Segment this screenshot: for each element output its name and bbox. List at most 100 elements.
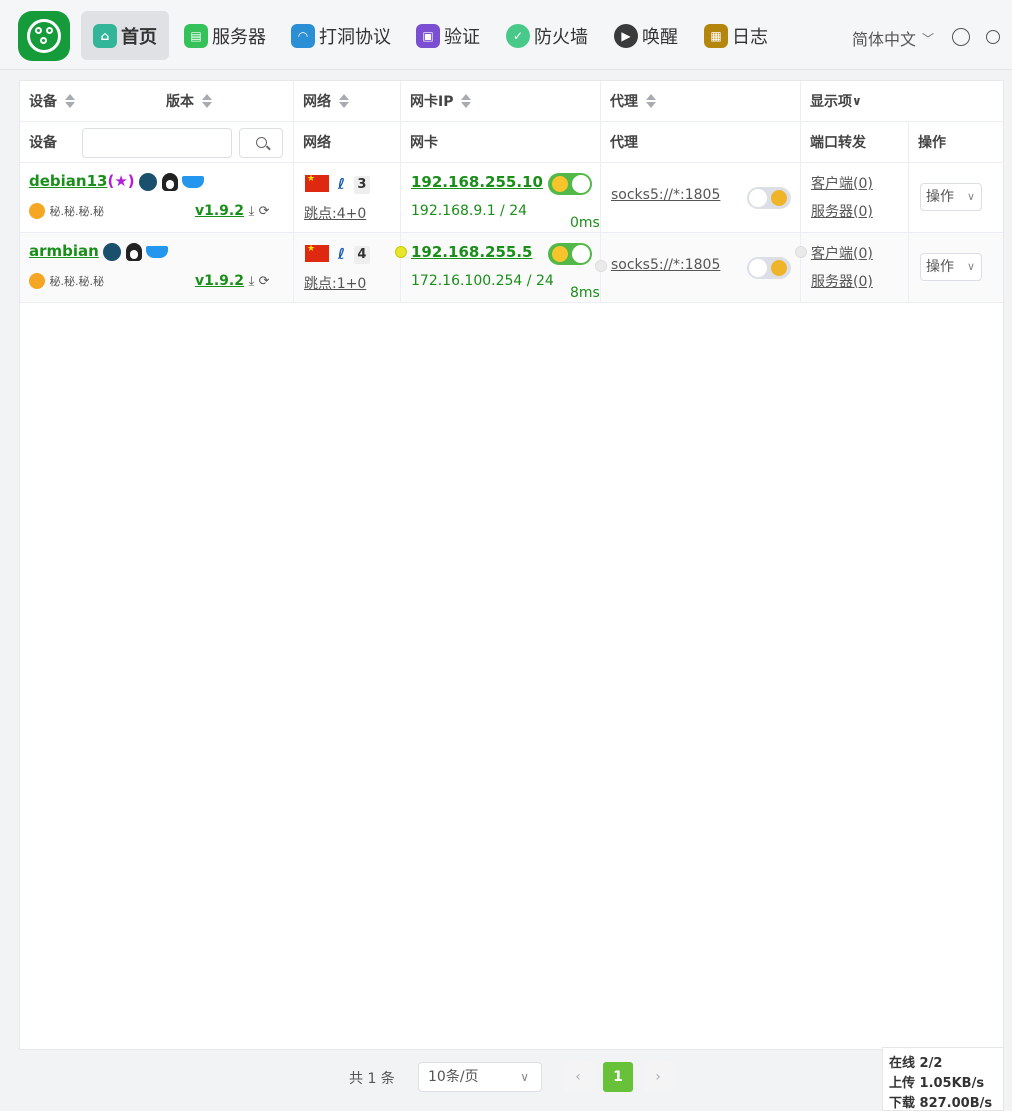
chevron-down-icon: ∨	[966, 190, 975, 203]
nic-toggle[interactable]	[548, 243, 592, 265]
virtual-ip-link[interactable]: 192.168.255.5	[411, 243, 532, 261]
page-size-label: 10条/页	[428, 1069, 479, 1085]
sad-face-icon	[771, 190, 787, 206]
download-icon[interactable]: ⤓	[248, 274, 254, 289]
linux-icon	[125, 243, 142, 261]
nav-server[interactable]: ▤ 服务器	[172, 11, 278, 60]
subheader-port-forward: 端口转发	[801, 122, 909, 163]
lan-ip: 172.16.100.254 / 24	[411, 273, 554, 289]
nav-auth[interactable]: ▣ 验证	[404, 11, 492, 60]
subheader-label: 网卡	[410, 135, 438, 151]
docker-icon	[182, 176, 204, 188]
nav-log[interactable]: ▦ 日志	[692, 11, 780, 60]
sad-face-icon	[771, 260, 787, 276]
subheader-network: 网络	[294, 122, 401, 163]
header-label: 版本	[166, 94, 194, 110]
language-select[interactable]: 简体中文 ﹀	[852, 26, 934, 50]
sun-icon[interactable]	[982, 26, 1006, 50]
header-network[interactable]: 网络	[294, 81, 401, 122]
nav-firewall[interactable]: ✓ 防火墙	[494, 11, 600, 60]
nav-wake[interactable]: ▶ 唤醒	[602, 11, 690, 60]
device-secrets: 秘.秘.秘.秘	[49, 205, 104, 218]
linux-icon	[161, 173, 178, 191]
chevron-down-icon: ∨	[966, 260, 975, 273]
nav-tunnel[interactable]: ◠ 打洞协议	[279, 11, 403, 60]
latency: 0ms	[570, 215, 600, 231]
sort-icon[interactable]	[461, 94, 472, 108]
header-label: 代理	[610, 94, 638, 110]
upload-rate: 上传 1.05KB/s	[889, 1076, 985, 1091]
chevron-down-icon: ∨	[852, 94, 862, 108]
prev-page-button[interactable]: ‹	[563, 1062, 593, 1092]
log-icon: ▦	[704, 23, 728, 48]
refresh-icon[interactable]: ⟳	[259, 274, 270, 289]
search-button[interactable]	[239, 128, 283, 158]
version-link[interactable]: v1.9.2	[195, 203, 244, 219]
chevron-down-icon: ∨	[520, 1070, 529, 1084]
port-forward-server-link[interactable]: 服务器(0)	[811, 204, 873, 220]
network-count: 4	[353, 245, 370, 264]
header-label: 网卡IP	[410, 94, 454, 110]
virtual-ip-link[interactable]: 192.168.255.10	[411, 173, 543, 191]
action-dropdown[interactable]: 操作 ∨	[920, 253, 982, 281]
app-logo[interactable]	[18, 11, 70, 61]
tunnel-icon: ◠	[291, 23, 315, 48]
header-nic-ip[interactable]: 网卡IP	[401, 81, 601, 122]
subheader-proxy: 代理	[601, 122, 801, 163]
network-count: 3	[353, 175, 370, 194]
sort-icon[interactable]	[339, 94, 349, 108]
china-flag-icon	[305, 244, 329, 262]
port-forward-client-link[interactable]: 客户端(0)	[811, 176, 873, 192]
port-forward-client-link[interactable]: 客户端(0)	[811, 246, 873, 262]
hops-link[interactable]: 跳点:1+0	[304, 276, 366, 292]
nic-toggle[interactable]	[548, 173, 592, 195]
top-nav: ⌂ 首页 ▤ 服务器 ◠ 打洞协议 ▣ 验证 ✓ 防火墙 ▶ 唤醒 ▦ 日志 简…	[0, 0, 1012, 70]
refresh-icon[interactable]: ⟳	[259, 204, 270, 219]
proxy-link[interactable]: socks5://*:1805	[611, 257, 720, 273]
telecom-icon: ℓ	[337, 244, 345, 263]
subheader-label: 网络	[303, 135, 331, 151]
shield-icon: ✓	[506, 23, 530, 48]
sort-icon[interactable]	[646, 94, 656, 108]
docker-icon	[146, 246, 169, 258]
version-link[interactable]: v1.9.2	[195, 273, 244, 289]
next-page-button[interactable]: ›	[643, 1062, 673, 1092]
search-icon	[256, 137, 267, 148]
device-name-link[interactable]: armbian	[29, 242, 99, 260]
header-label: 网络	[303, 94, 331, 110]
subheader-nic: 网卡	[401, 122, 601, 163]
alpine-icon	[139, 173, 158, 191]
subheader-actions: 操作	[909, 122, 1004, 163]
sort-icon[interactable]	[65, 94, 75, 108]
happy-face-icon	[552, 176, 568, 192]
port-forward-server-link[interactable]: 服务器(0)	[811, 274, 873, 290]
header-label: 显示项	[810, 94, 852, 110]
download-icon[interactable]: ⤓	[248, 204, 254, 219]
hops-link[interactable]: 跳点:4+0	[304, 206, 366, 222]
subheader-device: 设备	[20, 122, 294, 163]
device-secrets: 秘.秘.秘.秘	[49, 275, 104, 288]
proxy-toggle[interactable]	[747, 187, 791, 209]
sort-icon[interactable]	[202, 94, 212, 108]
nav-home[interactable]: ⌂ 首页	[81, 11, 169, 60]
device-search-input[interactable]	[82, 128, 232, 158]
logo-icon	[27, 19, 61, 53]
proxy-link[interactable]: socks5://*:1805	[611, 187, 720, 203]
page-size-select[interactable]: 10条/页 ∨	[418, 1062, 542, 1092]
device-name-link[interactable]: debian13	[29, 172, 107, 190]
subheader-label: 操作	[918, 135, 946, 151]
subheader-label: 设备	[29, 135, 57, 151]
header-display-options[interactable]: 显示项 ∨	[801, 81, 1004, 122]
theme-face-icon[interactable]	[952, 28, 970, 46]
proxy-toggle[interactable]	[747, 257, 791, 279]
pagination-total: 共 1 条	[349, 1071, 395, 1087]
nav-label: 打洞协议	[319, 26, 391, 48]
header-proxy[interactable]: 代理	[601, 81, 801, 122]
header-version[interactable]: 版本	[157, 81, 294, 122]
proxy-status-dot	[595, 260, 607, 272]
nav-label: 验证	[444, 26, 480, 48]
subheader-label: 代理	[610, 135, 638, 151]
action-dropdown[interactable]: 操作 ∨	[920, 183, 982, 211]
header-device[interactable]: 设备	[20, 81, 157, 122]
page-1-button[interactable]: 1	[603, 1062, 633, 1092]
